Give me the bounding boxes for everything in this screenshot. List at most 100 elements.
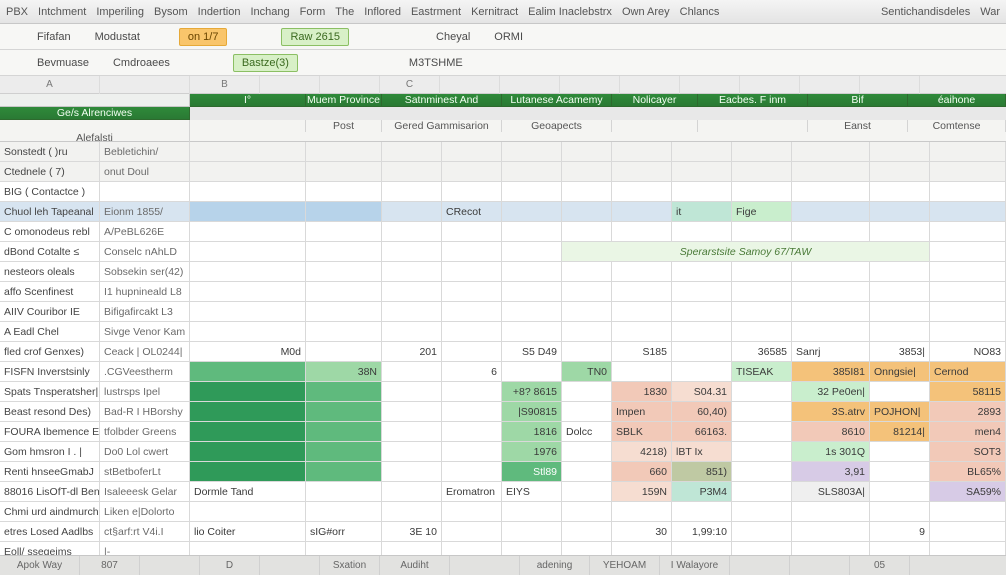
cell[interactable]: Cernod (930, 362, 1006, 381)
cell[interactable] (792, 182, 870, 201)
ribbon-button[interactable] (403, 34, 421, 40)
cell[interactable] (870, 262, 930, 281)
cell[interactable] (562, 202, 612, 221)
cell[interactable] (306, 282, 382, 301)
column-letter[interactable] (440, 76, 500, 94)
menu-item[interactable]: Kernitract (471, 6, 518, 18)
cell[interactable] (870, 222, 930, 241)
cell[interactable] (502, 262, 562, 281)
cell[interactable]: Impen (612, 402, 672, 421)
cell[interactable] (612, 542, 672, 555)
ribbon-button[interactable] (4, 60, 22, 66)
cell[interactable]: 6 (442, 362, 502, 381)
cell[interactable] (672, 282, 732, 301)
cell[interactable] (382, 402, 442, 421)
column-letter[interactable] (500, 76, 560, 94)
table-row[interactable]: Chuol leh TapeanalEionm 1855/CRecotitFig… (0, 202, 1006, 222)
column-letter[interactable]: C (380, 76, 440, 94)
cell[interactable] (382, 202, 442, 221)
cell[interactable] (502, 162, 562, 181)
cell[interactable] (442, 342, 502, 361)
cell[interactable] (306, 242, 382, 261)
column-header[interactable]: éaihone (908, 94, 1006, 107)
cell[interactable]: 9 (870, 522, 930, 541)
cell[interactable] (442, 302, 502, 321)
column-letter[interactable] (800, 76, 860, 94)
cell[interactable] (930, 302, 1006, 321)
cell[interactable] (732, 422, 792, 441)
cell[interactable] (930, 242, 1006, 261)
cell[interactable] (306, 302, 382, 321)
ribbon-button[interactable] (502, 60, 520, 66)
cell[interactable] (502, 522, 562, 541)
ribbon-button[interactable] (304, 60, 322, 66)
cell[interactable] (306, 422, 382, 441)
ribbon-button[interactable] (379, 34, 397, 40)
cell[interactable] (382, 442, 442, 461)
ribbon-button[interactable]: Bastze(3) (233, 54, 298, 72)
cell[interactable] (306, 342, 382, 361)
cell[interactable] (612, 222, 672, 241)
cell[interactable] (442, 502, 502, 521)
cell[interactable] (190, 382, 306, 401)
cell[interactable] (306, 382, 382, 401)
cell[interactable] (870, 442, 930, 461)
ribbon-button[interactable]: M3TSHME (400, 54, 472, 72)
menu-item[interactable]: Sentichandisdeles (881, 6, 970, 18)
cell[interactable]: 38N (306, 362, 382, 381)
table-row[interactable]: Chmi urd aindmurcheLiken e|Dolorto (0, 502, 1006, 522)
cell[interactable] (442, 282, 502, 301)
cell[interactable] (562, 282, 612, 301)
column-letter[interactable] (620, 76, 680, 94)
cell[interactable] (792, 262, 870, 281)
cell[interactable]: 60,40) (672, 402, 732, 421)
cell[interactable] (502, 302, 562, 321)
cell[interactable]: 385I81 (792, 362, 870, 381)
cell[interactable] (562, 322, 612, 341)
table-row[interactable]: Gom hmsron I . |Do0 Lol cwert19764218)lB… (0, 442, 1006, 462)
ribbon-button[interactable]: ORMI (485, 28, 532, 46)
table-row[interactable]: C omonodeus reblA/PeBL626E (0, 222, 1006, 242)
cell[interactable] (306, 262, 382, 281)
cell[interactable]: 4218) (612, 442, 672, 461)
cell[interactable]: 660 (612, 462, 672, 481)
cell[interactable] (562, 442, 612, 461)
cell[interactable] (672, 222, 732, 241)
ribbon-button[interactable] (209, 60, 227, 66)
cell[interactable] (672, 162, 732, 181)
cell[interactable] (562, 502, 612, 521)
cell[interactable] (612, 282, 672, 301)
cell[interactable] (306, 542, 382, 555)
cell[interactable] (306, 322, 382, 341)
cell[interactable] (870, 502, 930, 521)
cell[interactable]: Eromatron (442, 482, 502, 501)
cell[interactable] (612, 362, 672, 381)
cell[interactable] (442, 402, 502, 421)
menu-item[interactable]: Form (300, 6, 326, 18)
cell[interactable] (190, 462, 306, 481)
cell[interactable] (732, 302, 792, 321)
ribbon-button[interactable]: Modustat (86, 28, 149, 46)
cell[interactable] (930, 502, 1006, 521)
cell[interactable] (190, 542, 306, 555)
column-header[interactable]: Eacbes. F inm (698, 94, 808, 107)
cell[interactable]: SA59% (930, 482, 1006, 501)
menu-item[interactable]: Indertion (198, 6, 241, 18)
menu-item[interactable]: Bysom (154, 6, 188, 18)
cell[interactable] (190, 262, 306, 281)
table-row[interactable]: nesteors olealsSobsekin ser(42) (0, 262, 1006, 282)
menu-item[interactable]: Intchment (38, 6, 86, 18)
cell[interactable] (382, 422, 442, 441)
cell[interactable] (612, 162, 672, 181)
cell[interactable]: POJHON| (870, 402, 930, 421)
cell[interactable] (306, 202, 382, 221)
column-letter[interactable] (320, 76, 380, 94)
cell[interactable]: NO83 (930, 342, 1006, 361)
cell[interactable]: 1830 (612, 382, 672, 401)
cell[interactable] (732, 182, 792, 201)
cell[interactable] (792, 522, 870, 541)
table-row[interactable]: Renti hnseeGmabJstBetboferLtStl89660851)… (0, 462, 1006, 482)
cell[interactable] (732, 262, 792, 281)
cell[interactable] (562, 342, 612, 361)
cell[interactable] (190, 502, 306, 521)
